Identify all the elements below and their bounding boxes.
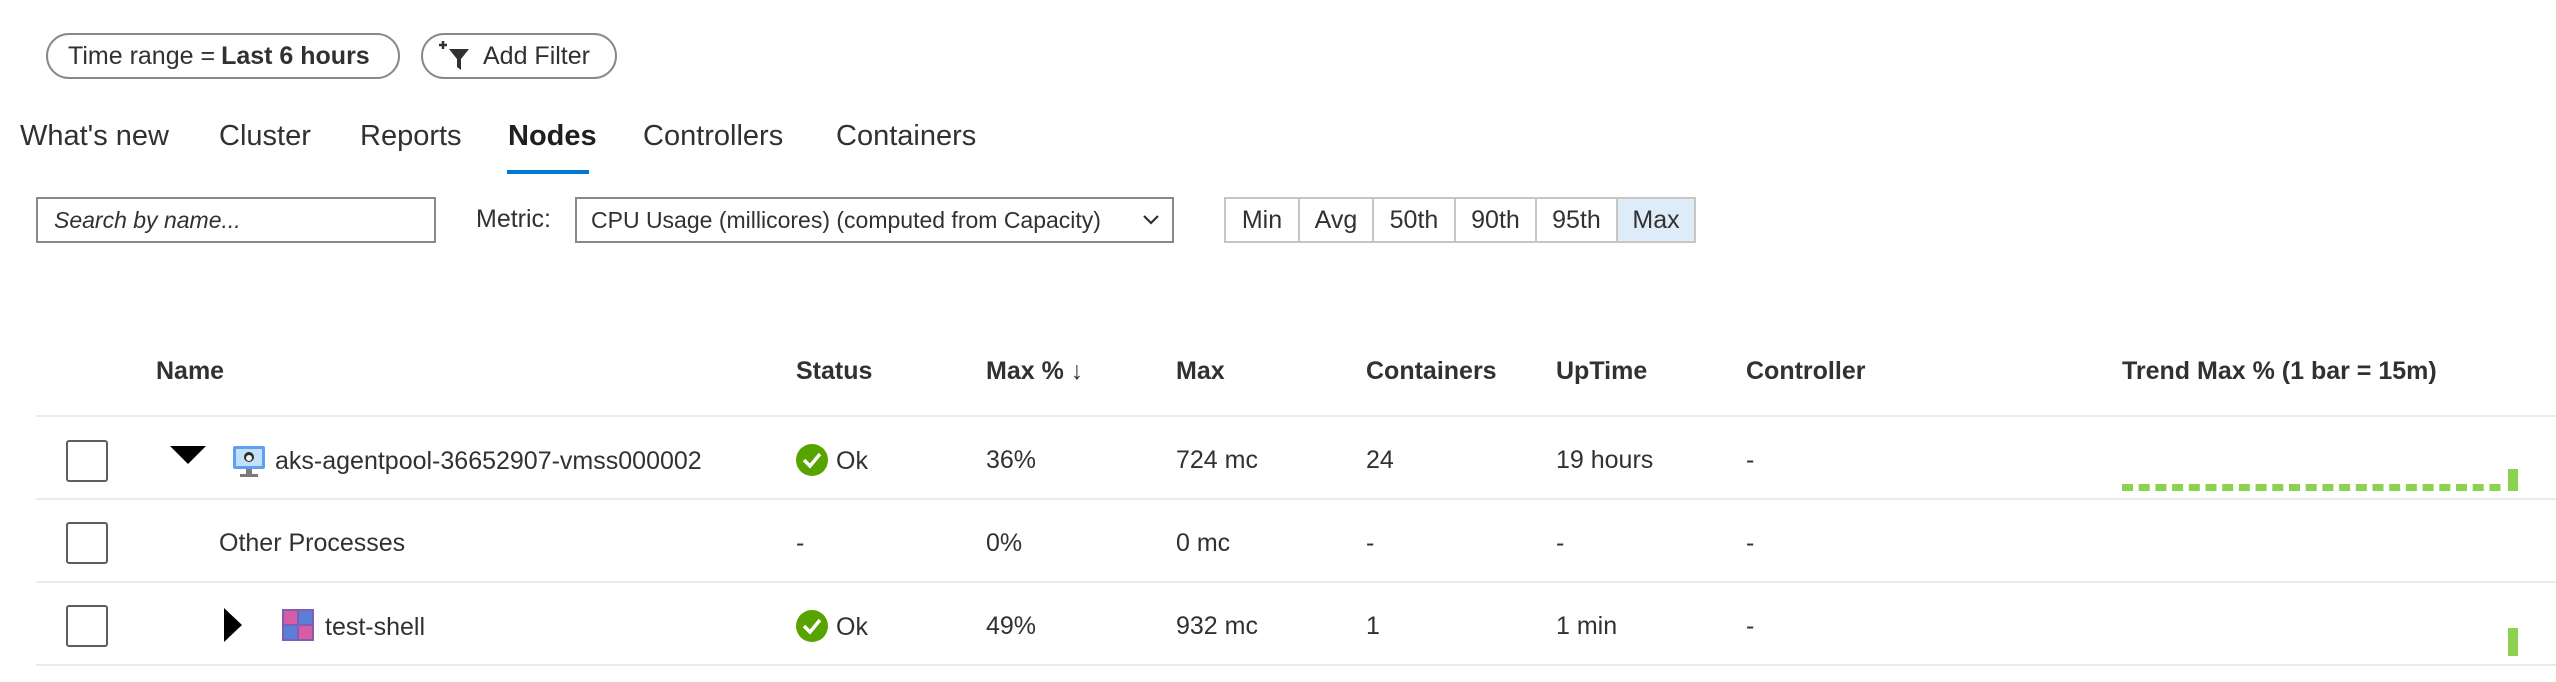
caret-down-icon[interactable] — [170, 446, 206, 466]
process-name[interactable]: Other Processes — [219, 529, 405, 558]
trend-bar — [2405, 484, 2417, 491]
max-pct-value: 36% — [986, 446, 1037, 474]
status-text: Ok — [836, 613, 868, 641]
trend-bar — [2155, 484, 2167, 491]
max-value: 724 mc — [1176, 446, 1258, 474]
trend-bar — [2172, 484, 2184, 491]
metric-value: CPU Usage (millicores) (computed from Ca… — [591, 206, 1101, 233]
tab-cluster[interactable]: Cluster — [219, 120, 311, 153]
row-divider — [36, 664, 2556, 666]
agg-min-button[interactable]: Min — [1224, 197, 1300, 243]
controller-value: - — [1746, 612, 1755, 640]
agg-90th-button[interactable]: 90th — [1454, 197, 1537, 243]
metric-dropdown[interactable]: CPU Usage (millicores) (computed from Ca… — [575, 197, 1174, 243]
metric-label: Metric: — [476, 205, 551, 233]
tab-controllers[interactable]: Controllers — [643, 120, 783, 153]
caret-right-icon[interactable] — [222, 608, 244, 642]
row-checkbox[interactable] — [66, 605, 108, 647]
uptime-value: 19 hours — [1556, 446, 1654, 474]
trend-bar — [2372, 484, 2384, 491]
row-checkbox[interactable] — [66, 440, 108, 482]
search-input[interactable] — [36, 197, 436, 243]
agg-95th-button[interactable]: 95th — [1535, 197, 1618, 243]
filter-add-icon — [439, 41, 469, 70]
column-header-max-pct[interactable]: Max % ↓ — [986, 357, 1083, 386]
node-vm-icon — [233, 446, 265, 477]
tab-whats-new[interactable]: What's new — [20, 120, 169, 153]
trend-bar — [2272, 484, 2284, 491]
time-range-value: Last 6 hours — [221, 41, 370, 70]
containers-value: 24 — [1366, 446, 1394, 474]
tab-reports[interactable]: Reports — [360, 120, 462, 153]
trend-sparkline — [2508, 628, 2518, 656]
chevron-down-icon — [1143, 215, 1159, 225]
trend-bar — [2508, 628, 2518, 656]
column-header-containers[interactable]: Containers — [1366, 357, 1497, 386]
max-pct-value: 0% — [986, 529, 1023, 557]
trend-bar — [2489, 484, 2501, 491]
column-header-trend[interactable]: Trend Max % (1 bar = 15m) — [2122, 357, 2437, 386]
agg-50th-button[interactable]: 50th — [1372, 197, 1456, 243]
column-header-max[interactable]: Max — [1176, 357, 1225, 386]
max-value: 0 mc — [1176, 529, 1231, 557]
add-filter-label: Add Filter — [483, 41, 590, 70]
containers-value: - — [1366, 529, 1375, 557]
controller-value: - — [1746, 446, 1755, 474]
check-circle-icon — [796, 610, 828, 642]
trend-bar — [2439, 484, 2451, 491]
node-name[interactable]: aks-agentpool-36652907-vmss000002 — [275, 447, 702, 476]
container-name[interactable]: test-shell — [325, 613, 425, 642]
status-text: Ok — [836, 447, 868, 475]
trend-bar — [2138, 484, 2150, 491]
trend-bar — [2188, 484, 2200, 491]
trend-bar — [2205, 484, 2217, 491]
row-divider — [36, 498, 2556, 500]
aggregation-toggle-group: Min Avg 50th 90th 95th Max — [1224, 197, 1696, 243]
max-pct-value: 49% — [986, 612, 1037, 640]
trend-bar — [2508, 469, 2518, 491]
agg-max-button[interactable]: Max — [1616, 197, 1696, 243]
trend-bar — [2355, 484, 2367, 491]
tab-containers[interactable]: Containers — [836, 120, 976, 153]
container-icon — [282, 609, 314, 641]
check-circle-icon — [796, 444, 828, 476]
uptime-value: 1 min — [1556, 612, 1618, 640]
trend-bar — [2322, 484, 2334, 491]
trend-bar — [2255, 484, 2267, 491]
trend-bar — [2456, 484, 2467, 491]
max-value: 932 mc — [1176, 612, 1258, 640]
trend-bar — [2389, 484, 2401, 491]
time-range-filter[interactable]: Time range = Last 6 hours — [46, 33, 400, 79]
trend-bar — [2305, 484, 2317, 491]
trend-sparkline — [2122, 469, 2518, 491]
trend-bar — [2472, 484, 2484, 491]
active-tab-indicator — [507, 170, 589, 174]
trend-bar — [2289, 484, 2300, 491]
trend-bar — [2122, 484, 2133, 491]
containers-value: 1 — [1366, 612, 1380, 640]
column-header-uptime[interactable]: UpTime — [1556, 357, 1647, 386]
column-header-name[interactable]: Name — [156, 357, 224, 386]
status-text: - — [796, 529, 805, 557]
column-header-controller[interactable]: Controller — [1746, 357, 1865, 386]
trend-bar — [2339, 484, 2351, 491]
row-divider — [36, 415, 2556, 417]
time-range-label: Time range = — [68, 41, 216, 70]
row-divider — [36, 581, 2556, 583]
trend-bar — [2238, 484, 2250, 491]
agg-avg-button[interactable]: Avg — [1298, 197, 1374, 243]
add-filter-button[interactable]: Add Filter — [421, 33, 617, 79]
trend-bar — [2422, 484, 2434, 491]
column-header-status[interactable]: Status — [796, 357, 872, 386]
uptime-value: - — [1556, 529, 1565, 557]
trend-bar — [2222, 484, 2234, 491]
tab-nodes[interactable]: Nodes — [508, 120, 597, 153]
row-checkbox[interactable] — [66, 522, 108, 564]
controller-value: - — [1746, 529, 1755, 557]
